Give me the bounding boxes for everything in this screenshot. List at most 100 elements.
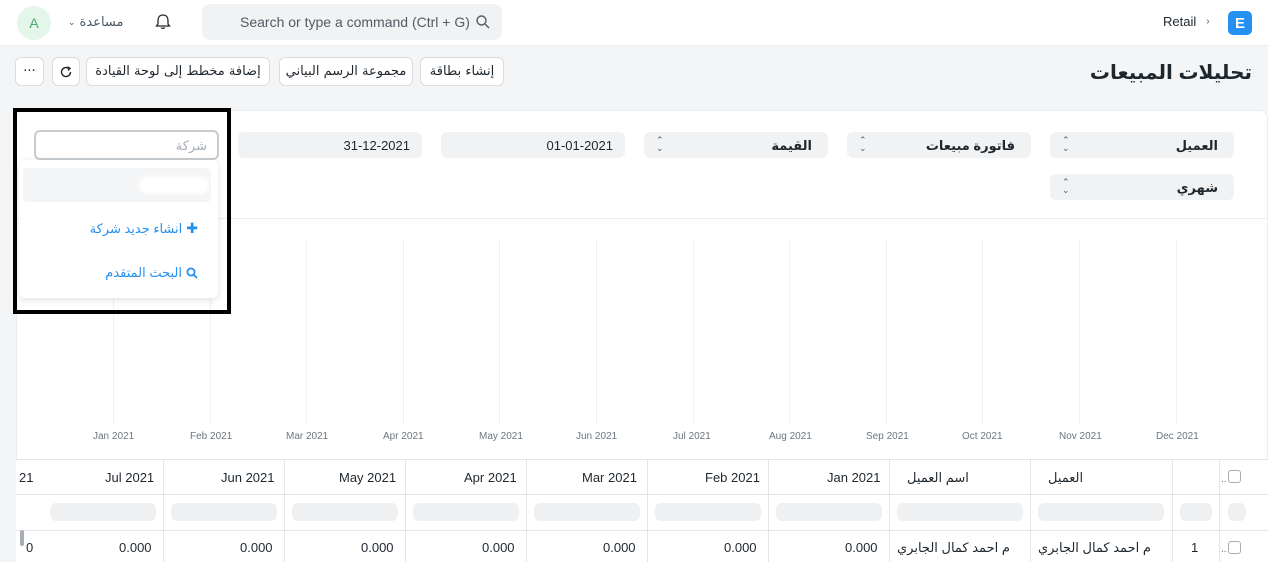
from-date-value: 01-01-2021 (546, 138, 614, 153)
chart-gridline (596, 240, 597, 425)
col-header-may[interactable]: May 2021 (339, 470, 396, 485)
filter-cell-skeleton[interactable] (1038, 503, 1164, 521)
chart-x-tick-label: Oct 2021 (962, 431, 1003, 442)
chart-x-tick-label: Jan 2021 (93, 431, 135, 442)
search-icon (476, 15, 490, 29)
col-header-mar[interactable]: Mar 2021 (582, 470, 637, 485)
col-header-aug-partial[interactable]: 21 (19, 470, 33, 485)
filter-cell-skeleton[interactable] (171, 503, 277, 521)
refresh-button[interactable] (52, 57, 80, 86)
cell-feb[interactable]: 0.000 (724, 540, 757, 555)
chart-x-tick-label: May 2021 (479, 431, 523, 442)
page-title: تحليلات المبيعات (1089, 62, 1252, 84)
col-divider (889, 459, 890, 562)
user-avatar[interactable]: A (17, 6, 51, 40)
chart-gridline (499, 240, 500, 425)
from-date-input[interactable]: 01-01-2021 (441, 132, 625, 158)
doc-type-select[interactable]: ⌃ ⌄ فاتورة مبيعات (847, 132, 1031, 158)
table-row-divider (16, 530, 1268, 531)
col-divider (526, 459, 527, 562)
chart-x-tick-label: Mar 2021 (286, 431, 329, 442)
range-select[interactable]: ⌃ ⌄ شهري (1050, 174, 1234, 200)
col-header-customer-name[interactable]: اسم العميل (907, 470, 969, 486)
tree-type-value: العميل (1175, 138, 1218, 153)
row-index: 1 (1191, 540, 1199, 555)
top-navbar: A ⌄ مساعدة Search or type a command (Ctr… (0, 0, 1268, 46)
select-arrows-icon: ⌃ ⌄ (1062, 135, 1070, 153)
col-divider (1219, 459, 1220, 562)
cell-customer-name[interactable]: م احمد كمال الجابري (897, 540, 1010, 556)
chart-x-tick-label: Jul 2021 (673, 431, 711, 442)
select-arrows-icon: ⌃ ⌄ (656, 135, 664, 153)
col-divider (163, 459, 164, 562)
chart-gridline (1079, 240, 1080, 425)
cell-jul[interactable]: 0.000 (119, 540, 152, 555)
filter-cell-skeleton[interactable] (413, 503, 519, 521)
notification-bell-icon[interactable] (153, 12, 173, 32)
chart-group-button[interactable]: مجموعة الرسم البياني (279, 57, 413, 86)
chevron-right-icon: › (1206, 16, 1210, 27)
table-scrollbar[interactable] (20, 530, 24, 546)
chart-x-tick-label: Jun 2021 (576, 431, 618, 442)
create-card-button[interactable]: إنشاء بطاقة (420, 57, 504, 86)
chart-gridline (693, 240, 694, 425)
cell-apr[interactable]: 0.000 (482, 540, 515, 555)
cell-mar[interactable]: 0.000 (603, 540, 636, 555)
chart-x-tick-label: Feb 2021 (190, 431, 233, 442)
chart-gridline (789, 240, 790, 425)
value-quantity-value: القيمة (771, 138, 812, 153)
cell-customer[interactable]: م احمد كمال الجابري (1038, 540, 1151, 556)
chart-gridline (306, 240, 307, 425)
search-placeholder: Search or type a command (Ctrl + G) (240, 14, 470, 30)
filter-cell-skeleton[interactable] (655, 503, 761, 521)
chart-x-tick-label: Aug 2021 (769, 431, 812, 442)
col-header-jul[interactable]: Jul 2021 (105, 470, 154, 485)
filter-cell-skeleton[interactable] (534, 503, 640, 521)
chart-gridline (886, 240, 887, 425)
tree-type-select[interactable]: ⌃ ⌄ العميل (1050, 132, 1234, 158)
col-header-jun[interactable]: Jun 2021 (221, 470, 275, 485)
col-divider (1172, 459, 1173, 562)
col-header-feb[interactable]: Feb 2021 (705, 470, 760, 485)
chart-gridline (982, 240, 983, 425)
filter-cell-skeleton[interactable] (897, 503, 1023, 521)
to-date-input[interactable]: 31-12-2021 (238, 132, 422, 158)
chart-x-tick-label: Sep 2021 (866, 431, 909, 442)
cell-jun[interactable]: 0.000 (240, 540, 273, 555)
range-value: شهري (1176, 180, 1218, 195)
filter-cell-skeleton[interactable] (292, 503, 398, 521)
col-divider (405, 459, 406, 562)
filter-cell-skeleton[interactable] (50, 503, 156, 521)
row-dots: .. (1221, 474, 1227, 485)
col-divider (647, 459, 648, 562)
cell-jan[interactable]: 0.000 (845, 540, 878, 555)
breadcrumb: Retail › (1163, 14, 1210, 29)
col-header-apr[interactable]: Apr 2021 (464, 470, 517, 485)
select-all-checkbox[interactable] (1228, 470, 1241, 483)
chart-x-tick-label: Dec 2021 (1156, 431, 1199, 442)
app-logo[interactable]: E (1228, 11, 1252, 35)
col-divider (1030, 459, 1031, 562)
select-arrows-icon: ⌃ ⌄ (1062, 177, 1070, 195)
chart-gridline (403, 240, 404, 425)
chart-x-tick-label: Apr 2021 (383, 431, 424, 442)
col-header-customer[interactable]: العميل (1048, 470, 1083, 486)
help-label: مساعدة (79, 14, 124, 29)
more-actions-button[interactable]: ··· (15, 57, 44, 86)
breadcrumb-retail[interactable]: Retail (1163, 14, 1196, 29)
filter-cell-skeleton[interactable] (776, 503, 882, 521)
annotation-highlight-box (13, 108, 231, 314)
cell-aug-partial[interactable]: 0 (26, 540, 33, 555)
row-checkbox[interactable] (1228, 541, 1241, 554)
add-chart-to-dashboard-button[interactable]: إضافة مخطط إلى لوحة القيادة (86, 57, 270, 86)
col-header-jan[interactable]: Jan 2021 (827, 470, 881, 485)
col-divider (768, 459, 769, 562)
filter-cell-skeleton (1228, 503, 1246, 521)
value-quantity-select[interactable]: ⌃ ⌄ القيمة (644, 132, 828, 158)
select-arrows-icon: ⌃ ⌄ (859, 135, 867, 153)
help-dropdown[interactable]: ⌄ مساعدة (68, 14, 123, 30)
table-border-top (16, 459, 1268, 460)
cell-may[interactable]: 0.000 (361, 540, 394, 555)
col-divider (284, 459, 285, 562)
search-input[interactable]: Search or type a command (Ctrl + G) (202, 4, 502, 40)
